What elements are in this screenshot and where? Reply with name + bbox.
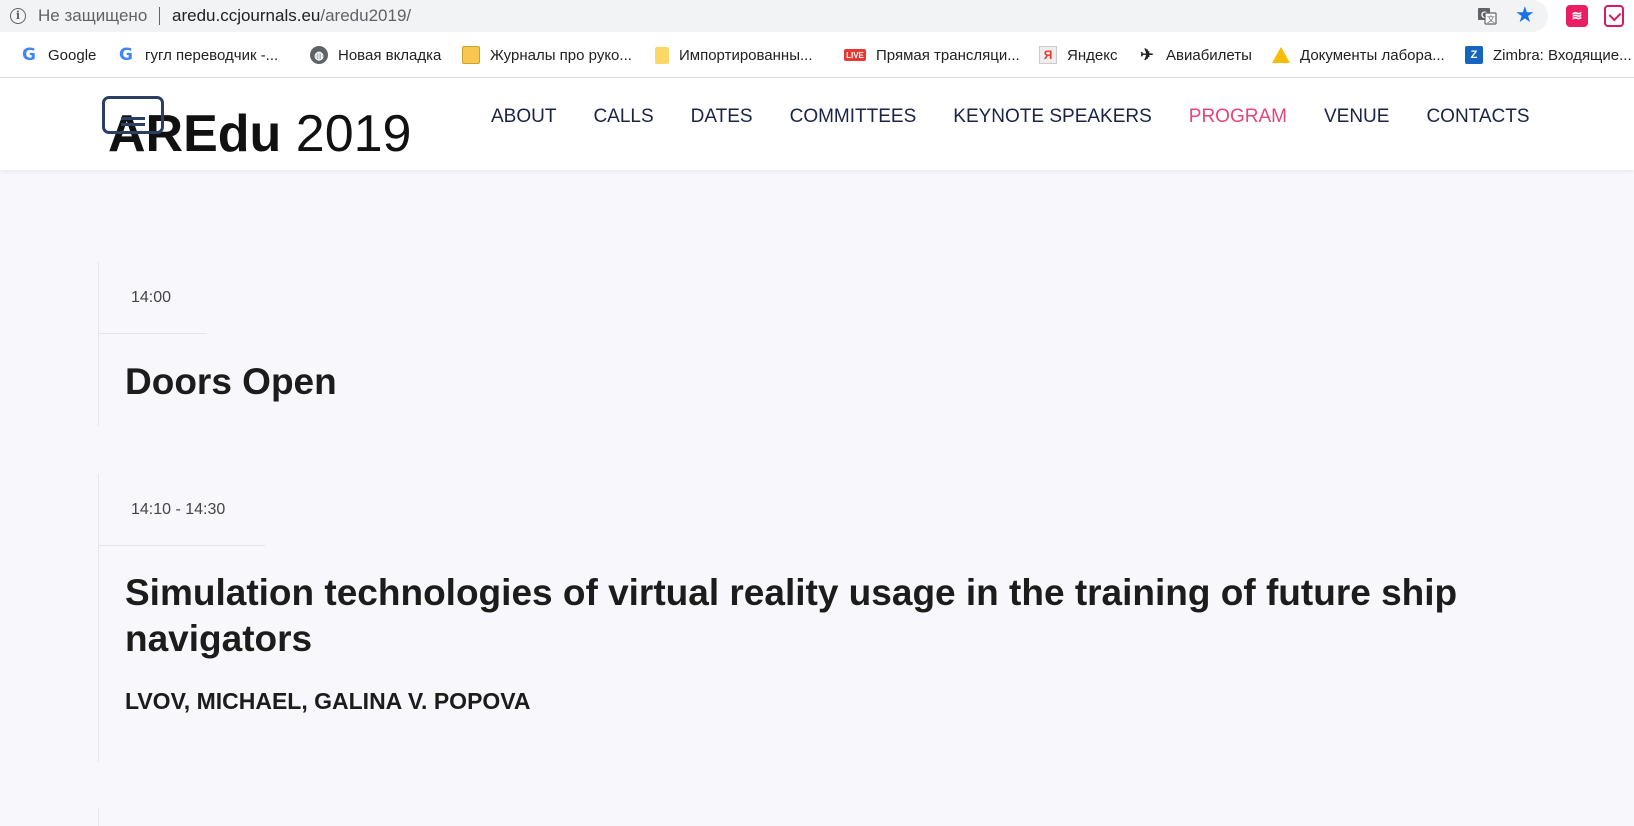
svg-text:文: 文 (1487, 14, 1495, 24)
extension-icon[interactable]: ≋ (1566, 5, 1588, 27)
bookmark-google[interactable]: G Google (20, 45, 96, 65)
program-session: 14:00 Doors Open (98, 262, 1538, 426)
globe-icon: ◍ (310, 46, 328, 64)
bookmark-flights[interactable]: ✈ Авиабилеты (1138, 45, 1252, 65)
bookmark-label: Zimbra: Входящие... (1493, 46, 1632, 64)
bookmark-live[interactable]: LIVE Прямая трансляци... (844, 45, 1020, 65)
book-icon (462, 46, 480, 64)
nav-keynote-speakers[interactable]: KEYNOTE SPEAKERS (953, 106, 1152, 128)
drive-icon (1272, 47, 1290, 63)
bookmark-label: гугл переводчик -... (145, 46, 279, 64)
session-authors: LVOV, MICHAEL, GALINA V. POPOVA (125, 688, 531, 714)
bookmark-label: Прямая трансляци... (876, 46, 1020, 64)
bookmark-label: Авиабилеты (1166, 46, 1252, 64)
session-time: 14:10 - 14:30 (99, 474, 265, 546)
pocket-icon[interactable] (1604, 5, 1624, 27)
url-path: /aredu2019/ (320, 6, 412, 25)
folder-icon (655, 46, 669, 64)
bookmark-new-tab[interactable]: ◍ Новая вкладка (310, 45, 441, 65)
bookmark-label: Новая вкладка (338, 46, 442, 64)
nav-contacts[interactable]: CONTACTS (1426, 106, 1529, 128)
nav-calls[interactable]: CALLS (593, 106, 653, 128)
bookmarks-bar: G Google Gгугл переводчик -... ◍ Новая вкл… (0, 32, 1634, 78)
security-status[interactable]: Не защищено (38, 6, 147, 26)
nav-program[interactable]: PROGRAM (1189, 106, 1287, 128)
bookmark-zimbra[interactable]: Z Zimbra: Входящие... (1465, 45, 1632, 65)
plane-icon: ✈ (1140, 47, 1154, 64)
program-session-next (98, 808, 108, 826)
live-icon: LIVE (844, 49, 866, 61)
star-icon[interactable]: ★ (1515, 3, 1535, 27)
main-nav: ABOUT CALLS DATES COMMITTEES KEYNOTE SPE… (491, 106, 1567, 128)
site-logo[interactable]: AREdu 2019 (102, 96, 422, 163)
bookmark-label: Документы лабора... (1300, 46, 1445, 64)
bookmark-label: Яндекс (1067, 46, 1118, 64)
session-time: 14:00 (99, 262, 207, 334)
address-bar: i Не защищено aredu.ccjournals.eu/aredu2… (0, 0, 1634, 32)
bookmark-journals[interactable]: Журналы про руко... (462, 45, 632, 65)
bookmark-yandex[interactable]: Я Яндекс (1039, 45, 1117, 65)
bookmark-label: Импортированны... (679, 46, 813, 64)
address-divider (159, 7, 160, 25)
google-icon: G (22, 45, 36, 65)
translate-icon[interactable]: G 文 (1477, 7, 1497, 25)
zimbra-icon: Z (1465, 46, 1483, 64)
nav-dates[interactable]: DATES (691, 106, 753, 128)
nav-committees[interactable]: COMMITTEES (790, 106, 917, 128)
yandex-icon: Я (1039, 46, 1057, 64)
info-icon[interactable]: i (10, 8, 26, 24)
url-text[interactable]: aredu.ccjournals.eu/aredu2019/ (172, 6, 411, 26)
nav-venue[interactable]: VENUE (1324, 106, 1389, 128)
bookmark-translate[interactable]: Gгугл переводчик -... (117, 45, 278, 65)
google-icon: G (119, 45, 133, 65)
bookmark-label: Журналы про руко... (490, 46, 632, 64)
bookmark-imported[interactable]: Импортированны... (655, 45, 813, 65)
logo-screen-icon (102, 96, 164, 134)
url-host: aredu.ccjournals.eu (172, 6, 321, 25)
session-title: Simulation technologies of virtual reali… (125, 572, 1458, 659)
bookmark-lab-docs[interactable]: Документы лабора... (1272, 45, 1445, 65)
bookmark-label: Google (48, 46, 97, 64)
program-session: 14:10 - 14:30 Simulation technologies of… (98, 474, 1538, 762)
nav-about[interactable]: ABOUT (491, 106, 556, 128)
session-title: Doors Open (125, 361, 337, 402)
site-header: AREdu 2019 ABOUT CALLS DATES COMMITTEES … (0, 78, 1634, 170)
omnibox[interactable]: i Не защищено aredu.ccjournals.eu/aredu2… (0, 0, 1548, 32)
